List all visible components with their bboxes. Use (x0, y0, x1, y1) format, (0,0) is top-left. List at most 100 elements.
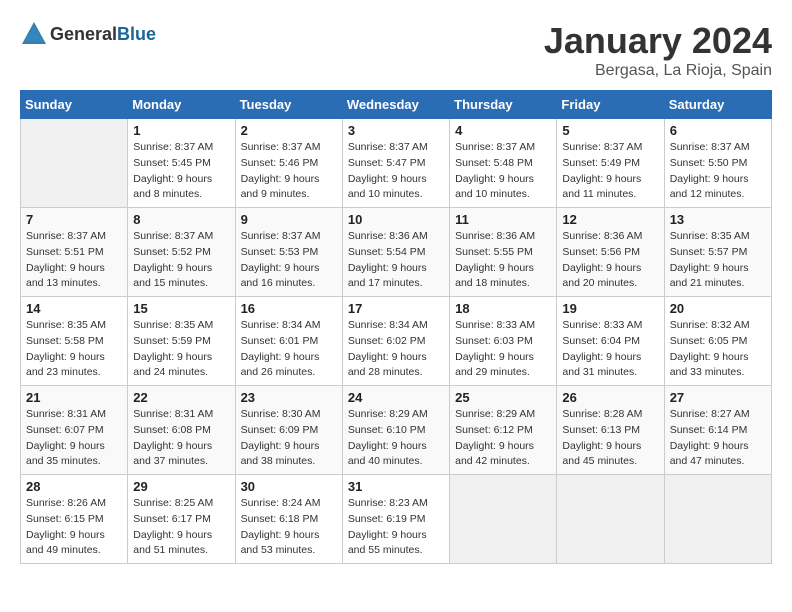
calendar-cell: 11 Sunrise: 8:36 AMSunset: 5:55 PMDayligh… (450, 208, 557, 297)
day-detail: Sunrise: 8:32 AMSunset: 6:05 PMDaylight:… (670, 318, 766, 381)
calendar-cell: 26Sunrise: 8:28 AMSunset: 6:13 PMDayligh… (557, 386, 664, 475)
day-number: 28 (26, 479, 122, 494)
calendar-cell: 8 Sunrise: 8:37 AMSunset: 5:52 PMDaylight… (128, 208, 235, 297)
day-detail: Sunrise: 8:29 AMSunset: 6:12 PMDaylight:… (455, 407, 551, 470)
calendar-week-5: 28 Sunrise: 8:26 AMSunset: 6:15 PMDayligh… (21, 475, 772, 564)
day-detail: Sunrise: 8:34 AMSunset: 6:02 PMDaylight:… (348, 318, 444, 381)
header-cell-saturday: Saturday (664, 91, 771, 119)
calendar-cell: 13 Sunrise: 8:35 AMSunset: 5:57 PMDayligh… (664, 208, 771, 297)
day-detail: Sunrise: 8:26 AMSunset: 6:15 PMDaylight:… (26, 496, 122, 559)
day-detail: Sunrise: 8:37 AMSunset: 5:45 PMDaylight:… (133, 140, 229, 203)
day-number: 1 (133, 123, 229, 138)
day-detail: Sunrise: 8:28 AMSunset: 6:13 PMDaylight:… (562, 407, 658, 470)
calendar-week-3: 14 Sunrise: 8:35 AMSunset: 5:58 PMDayligh… (21, 297, 772, 386)
calendar-cell: 4 Sunrise: 8:37 AMSunset: 5:48 PMDaylight… (450, 119, 557, 208)
calendar-cell: 31 Sunrise: 8:23 AMSunset: 6:19 PMDayligh… (342, 475, 449, 564)
calendar-cell: 9 Sunrise: 8:37 AMSunset: 5:53 PMDaylight… (235, 208, 342, 297)
title-area: January 2024 Bergasa, La Rioja, Spain (544, 20, 772, 80)
day-detail: Sunrise: 8:24 AMSunset: 6:18 PMDaylight:… (241, 496, 337, 559)
calendar-cell: 28 Sunrise: 8:26 AMSunset: 6:15 PMDayligh… (21, 475, 128, 564)
day-detail: Sunrise: 8:34 AMSunset: 6:01 PMDaylight:… (241, 318, 337, 381)
day-number: 21 (26, 390, 122, 405)
day-number: 10 (348, 212, 444, 227)
day-detail: Sunrise: 8:27 AMSunset: 6:14 PMDaylight:… (670, 407, 766, 470)
day-number: 23 (241, 390, 337, 405)
calendar-week-4: 21 Sunrise: 8:31 AMSunset: 6:07 PMDayligh… (21, 386, 772, 475)
calendar-cell: 16 Sunrise: 8:34 AMSunset: 6:01 PMDayligh… (235, 297, 342, 386)
calendar-cell: 25 Sunrise: 8:29 AMSunset: 6:12 PMDayligh… (450, 386, 557, 475)
day-number: 9 (241, 212, 337, 227)
day-detail: Sunrise: 8:37 AMSunset: 5:52 PMDaylight:… (133, 229, 229, 292)
calendar-cell: 5Sunrise: 8:37 AMSunset: 5:49 PMDaylight… (557, 119, 664, 208)
day-detail: Sunrise: 8:23 AMSunset: 6:19 PMDaylight:… (348, 496, 444, 559)
logo-icon (20, 20, 48, 48)
day-detail: Sunrise: 8:35 AMSunset: 5:57 PMDaylight:… (670, 229, 766, 292)
calendar-cell: 12 Sunrise: 8:36 AMSunset: 5:56 PMDayligh… (557, 208, 664, 297)
day-number: 31 (348, 479, 444, 494)
day-number: 20 (670, 301, 766, 316)
header-cell-tuesday: Tuesday (235, 91, 342, 119)
day-detail: Sunrise: 8:29 AMSunset: 6:10 PMDaylight:… (348, 407, 444, 470)
page-header: GeneralBlue January 2024 Bergasa, La Rio… (20, 20, 772, 80)
day-detail: Sunrise: 8:37 AMSunset: 5:53 PMDaylight:… (241, 229, 337, 292)
day-number: 7 (26, 212, 122, 227)
day-number: 22 (133, 390, 229, 405)
day-number: 13 (670, 212, 766, 227)
calendar-cell (450, 475, 557, 564)
day-number: 4 (455, 123, 551, 138)
day-number: 8 (133, 212, 229, 227)
header-cell-monday: Monday (128, 91, 235, 119)
day-detail: Sunrise: 8:33 AMSunset: 6:03 PMDaylight:… (455, 318, 551, 381)
day-detail: Sunrise: 8:31 AMSunset: 6:08 PMDaylight:… (133, 407, 229, 470)
day-detail: Sunrise: 8:35 AMSunset: 5:58 PMDaylight:… (26, 318, 122, 381)
calendar-cell: 29 Sunrise: 8:25 AMSunset: 6:17 PMDayligh… (128, 475, 235, 564)
day-detail: Sunrise: 8:25 AMSunset: 6:17 PMDaylight:… (133, 496, 229, 559)
day-number: 14 (26, 301, 122, 316)
day-number: 16 (241, 301, 337, 316)
day-detail: Sunrise: 8:31 AMSunset: 6:07 PMDaylight:… (26, 407, 122, 470)
calendar-cell: 7Sunrise: 8:37 AMSunset: 5:51 PMDaylight… (21, 208, 128, 297)
day-number: 25 (455, 390, 551, 405)
day-number: 12 (562, 212, 658, 227)
day-number: 19 (562, 301, 658, 316)
calendar-cell: 1 Sunrise: 8:37 AMSunset: 5:45 PMDaylight… (128, 119, 235, 208)
day-detail: Sunrise: 8:37 AMSunset: 5:48 PMDaylight:… (455, 140, 551, 203)
day-detail: Sunrise: 8:36 AMSunset: 5:56 PMDaylight:… (562, 229, 658, 292)
calendar-cell: 27Sunrise: 8:27 AMSunset: 6:14 PMDayligh… (664, 386, 771, 475)
day-detail: Sunrise: 8:37 AMSunset: 5:47 PMDaylight:… (348, 140, 444, 203)
calendar-cell: 17 Sunrise: 8:34 AMSunset: 6:02 PMDayligh… (342, 297, 449, 386)
calendar-cell (21, 119, 128, 208)
day-number: 29 (133, 479, 229, 494)
calendar-cell: 3 Sunrise: 8:37 AMSunset: 5:47 PMDaylight… (342, 119, 449, 208)
day-number: 30 (241, 479, 337, 494)
day-number: 3 (348, 123, 444, 138)
calendar-cell: 6Sunrise: 8:37 AMSunset: 5:50 PMDaylight… (664, 119, 771, 208)
day-detail: Sunrise: 8:37 AMSunset: 5:46 PMDaylight:… (241, 140, 337, 203)
day-detail: Sunrise: 8:36 AMSunset: 5:55 PMDaylight:… (455, 229, 551, 292)
calendar-table: SundayMondayTuesdayWednesdayThursdayFrid… (20, 90, 772, 564)
calendar-title: January 2024 (544, 20, 772, 62)
day-detail: Sunrise: 8:33 AMSunset: 6:04 PMDaylight:… (562, 318, 658, 381)
day-number: 17 (348, 301, 444, 316)
calendar-cell: 30 Sunrise: 8:24 AMSunset: 6:18 PMDayligh… (235, 475, 342, 564)
header-cell-friday: Friday (557, 91, 664, 119)
day-number: 18 (455, 301, 551, 316)
day-number: 2 (241, 123, 337, 138)
calendar-cell (664, 475, 771, 564)
header-cell-sunday: Sunday (21, 91, 128, 119)
calendar-cell: 22 Sunrise: 8:31 AMSunset: 6:08 PMDayligh… (128, 386, 235, 475)
logo: GeneralBlue (20, 20, 156, 48)
calendar-subtitle: Bergasa, La Rioja, Spain (544, 62, 772, 80)
header-cell-wednesday: Wednesday (342, 91, 449, 119)
calendar-cell: 10 Sunrise: 8:36 AMSunset: 5:54 PMDayligh… (342, 208, 449, 297)
calendar-cell: 14 Sunrise: 8:35 AMSunset: 5:58 PMDayligh… (21, 297, 128, 386)
day-detail: Sunrise: 8:36 AMSunset: 5:54 PMDaylight:… (348, 229, 444, 292)
day-detail: Sunrise: 8:30 AMSunset: 6:09 PMDaylight:… (241, 407, 337, 470)
day-number: 6 (670, 123, 766, 138)
calendar-week-1: 1 Sunrise: 8:37 AMSunset: 5:45 PMDaylight… (21, 119, 772, 208)
day-number: 24 (348, 390, 444, 405)
header-row: SundayMondayTuesdayWednesdayThursdayFrid… (21, 91, 772, 119)
day-number: 11 (455, 212, 551, 227)
day-number: 5 (562, 123, 658, 138)
calendar-cell: 23 Sunrise: 8:30 AMSunset: 6:09 PMDayligh… (235, 386, 342, 475)
